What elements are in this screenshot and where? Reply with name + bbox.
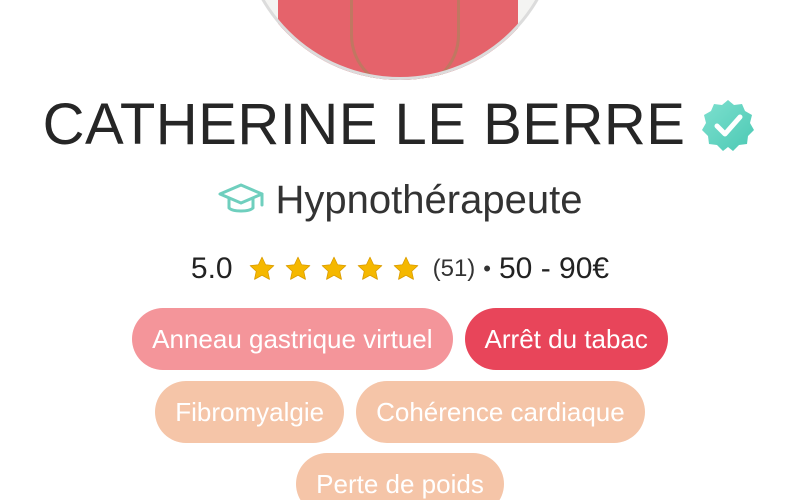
practitioner-role: Hypnothérapeute <box>275 178 583 222</box>
role-row: Hypnothérapeute <box>0 176 800 224</box>
star-icon <box>319 254 349 284</box>
review-count[interactable]: (51) <box>433 255 476 283</box>
practitioner-name: CATHERINE LE BERRE <box>42 92 686 157</box>
profile-avatar[interactable] <box>240 0 560 80</box>
tag-anneau-gastrique-virtuel[interactable]: Anneau gastrique virtuel <box>132 308 453 370</box>
tags-row-1: Anneau gastrique virtuel Arrêt du tabac <box>0 308 800 370</box>
name-row: CATHERINE LE BERRE <box>0 92 800 158</box>
tags-row-3: Perte de poids <box>0 453 800 500</box>
rating-score: 5.0 <box>190 252 233 285</box>
separator-dot: • <box>483 256 491 281</box>
star-icon <box>355 254 385 284</box>
star-icon <box>247 254 277 284</box>
star-icon <box>391 254 421 284</box>
tags-row-2: Fibromyalgie Cohérence cardiaque <box>0 381 800 443</box>
rating-stars <box>247 254 421 284</box>
price-range: 50 - 90€ <box>499 252 610 285</box>
tag-arret-du-tabac[interactable]: Arrêt du tabac <box>464 308 668 370</box>
tag-perte-de-poids[interactable]: Perte de poids <box>296 453 504 500</box>
graduation-cap-icon <box>218 181 264 219</box>
practitioner-profile: CATHERINE LE BERRE Hypnothérapeute 5.0 (… <box>0 0 800 500</box>
verified-badge-icon <box>699 96 757 154</box>
star-icon <box>283 254 313 284</box>
tag-fibromyalgie[interactable]: Fibromyalgie <box>155 381 345 443</box>
tag-coherence-cardiaque[interactable]: Cohérence cardiaque <box>356 381 645 443</box>
rating-row[interactable]: 5.0 (51) • 50 - 90€ <box>0 252 800 286</box>
